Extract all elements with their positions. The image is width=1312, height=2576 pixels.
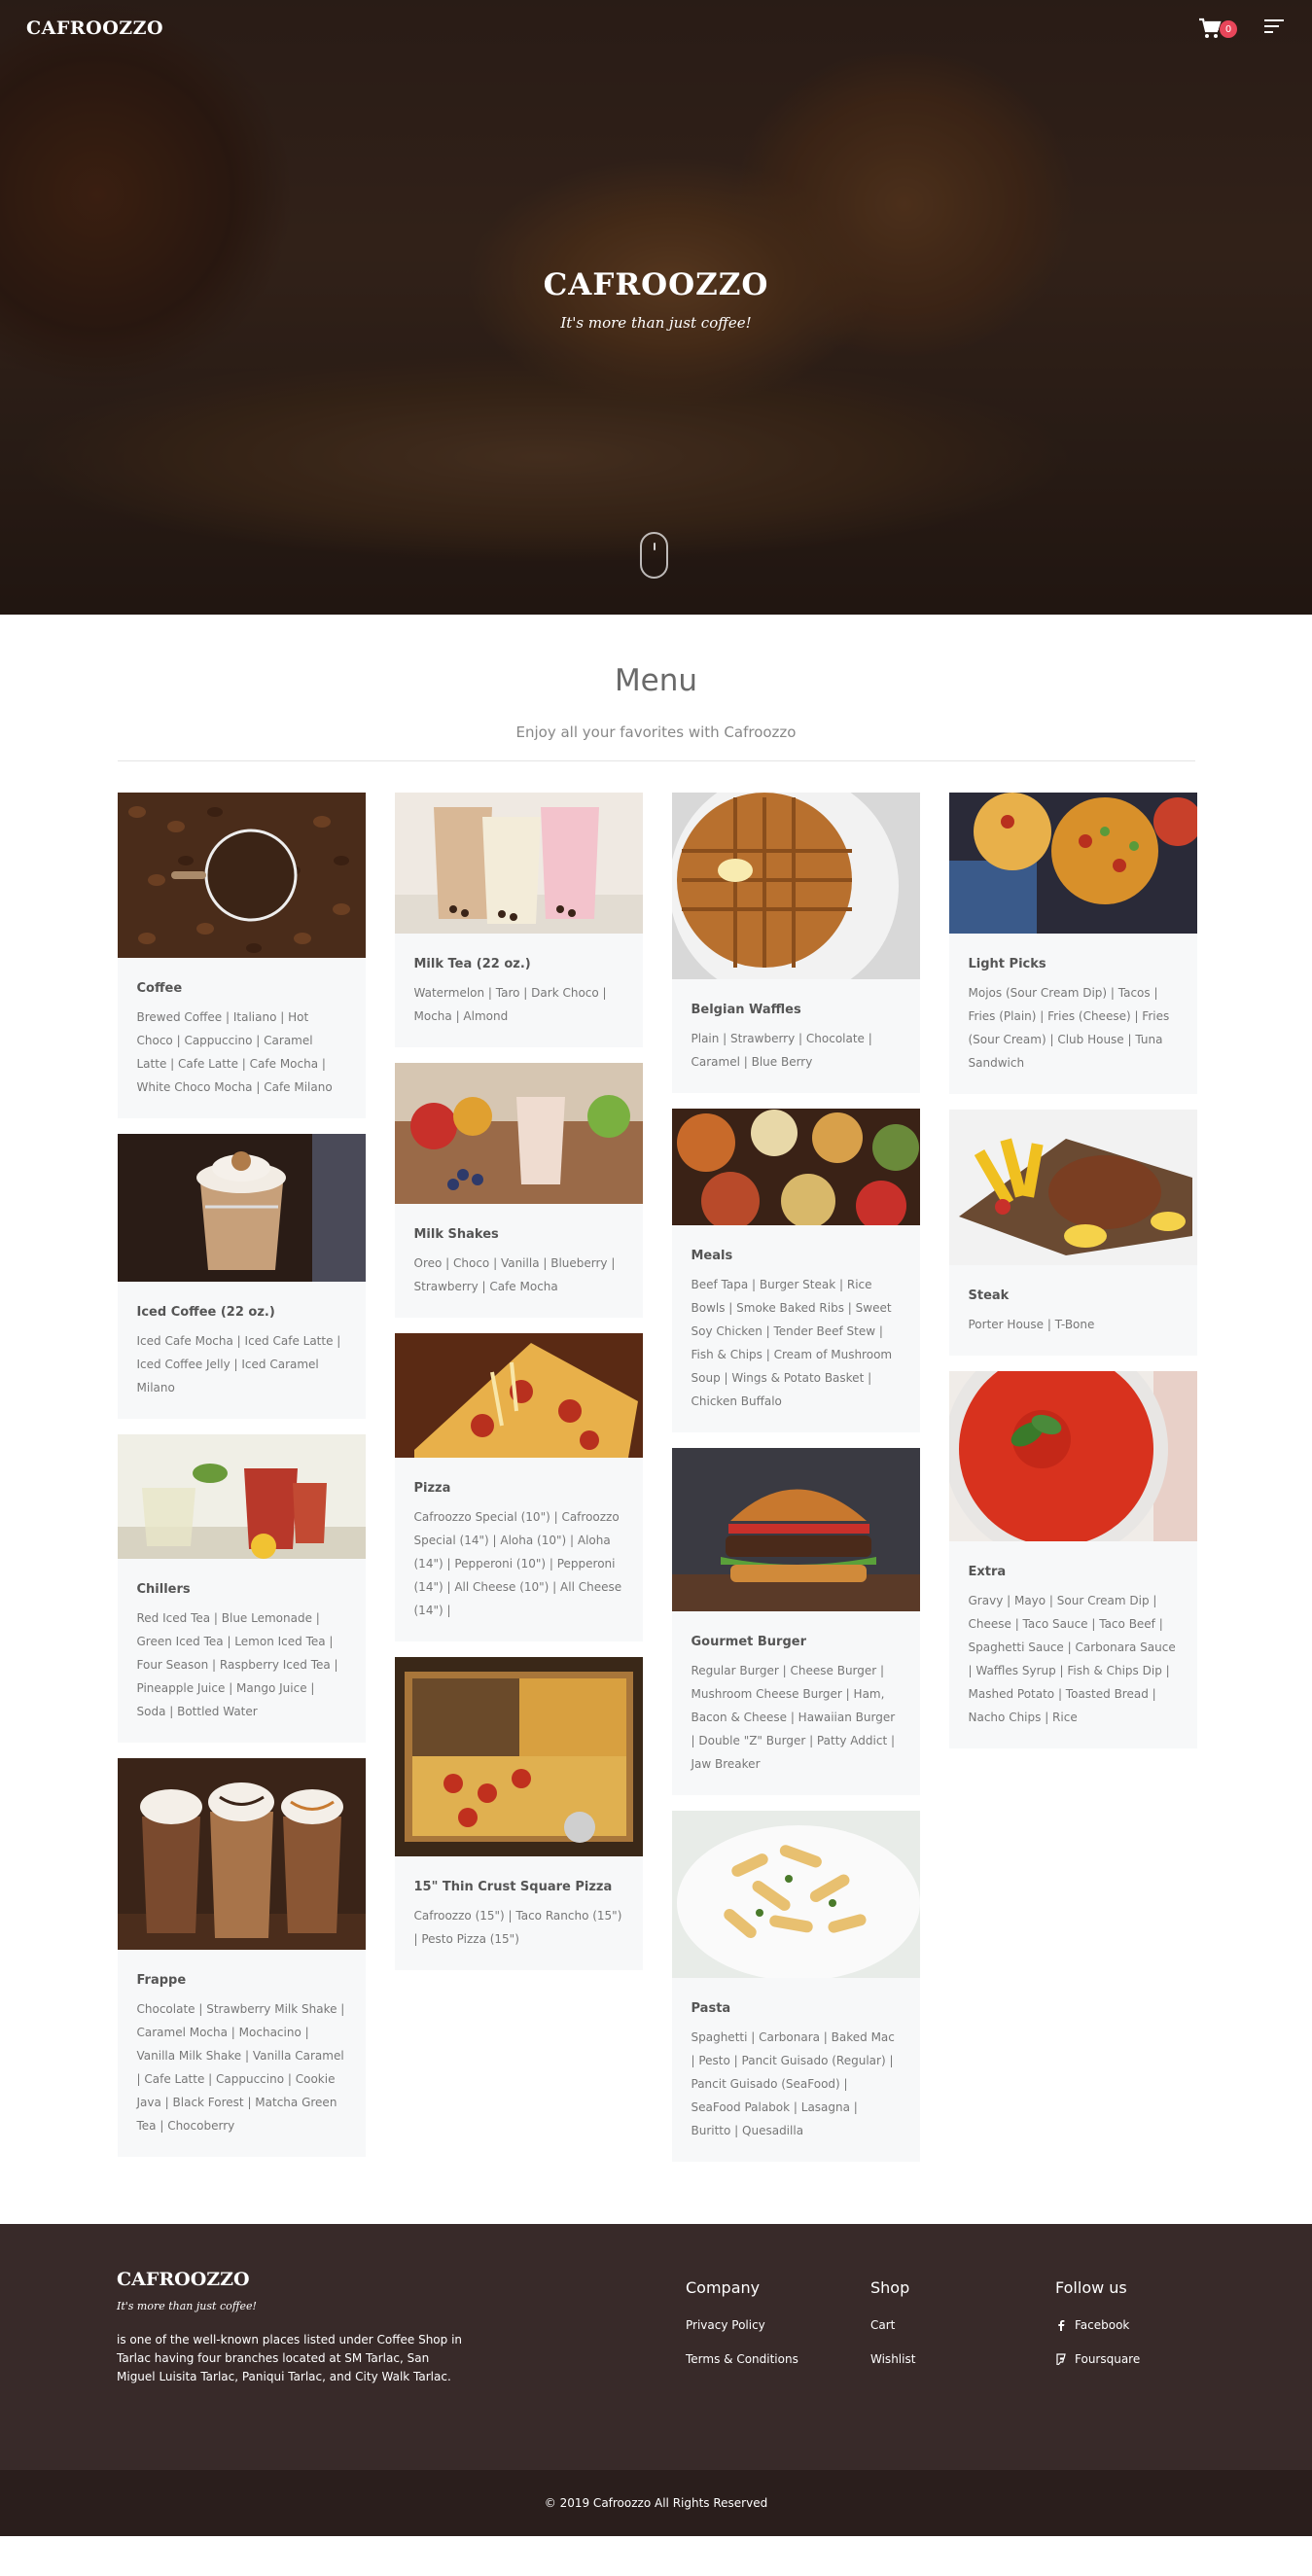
menu-card-milk-shakes: Milk Shakes Oreo | Choco | Vanilla | Blu… <box>394 1063 643 1318</box>
menu-card-frappe: Frappe Chocolate | Strawberry Milk Shake… <box>117 1758 366 2157</box>
card-items: Regular Burger | Cheese Burger | Mushroo… <box>691 1664 896 1771</box>
footer-brand: CAFROOZZO <box>117 2269 250 2290</box>
menu-card-meals: Meals Beef Tapa | Burger Steak | Rice Bo… <box>671 1109 920 1432</box>
cart-icon <box>1199 18 1222 38</box>
footer-company-heading: Company <box>686 2278 761 2297</box>
cart-count-badge: 0 <box>1220 20 1237 38</box>
terms-link[interactable]: Terms & Conditions <box>686 2350 798 2368</box>
hero-title: CAFROOZZO <box>543 267 769 302</box>
menu-toggle-button[interactable] <box>1264 18 1286 38</box>
copyright-bar: © 2019 Cafroozzo All Rights Reserved <box>0 2470 1312 2536</box>
foursquare-label: Foursquare <box>1075 2352 1141 2366</box>
gourmet-burger-image <box>671 1448 920 1611</box>
card-title: Steak <box>968 1288 1010 1303</box>
card-title: Light Picks <box>968 957 1046 971</box>
card-items: Beef Tapa | Burger Steak | Rice Bowls | … <box>691 1278 893 1408</box>
menu-section: Menu Enjoy all your favorites with Cafro… <box>0 615 1312 2162</box>
card-items: Plain | Strawberry | Chocolate | Caramel… <box>691 1032 872 1069</box>
facebook-label: Facebook <box>1075 2318 1130 2332</box>
card-title: 15" Thin Crust Square Pizza <box>413 1880 613 1894</box>
card-items: Watermelon | Taro | Dark Choco | Mocha |… <box>413 986 607 1023</box>
card-title: Pasta <box>691 2001 731 2016</box>
card-title: Milk Tea (22 oz.) <box>413 957 531 971</box>
menu-card-square-pizza: 15" Thin Crust Square Pizza Cafroozzo (1… <box>394 1657 643 1970</box>
divider <box>117 760 1195 761</box>
card-items: Spaghetti | Carbonara | Baked Mac | Pest… <box>691 2030 895 2137</box>
card-title: Iced Coffee (22 oz.) <box>136 1305 275 1320</box>
footer-follow-column: Follow us Facebook Foursquare <box>1055 2278 1140 2384</box>
card-title: Frappe <box>136 1973 187 1988</box>
menu-card-extra: Extra Gravy | Mayo | Sour Cream Dip | Ch… <box>948 1371 1197 1748</box>
menu-card-pasta: Pasta Spaghetti | Carbonara | Baked Mac … <box>671 1811 920 2162</box>
card-items: Oreo | Choco | Vanilla | Blueberry | Str… <box>413 1256 616 1293</box>
card-title: Pizza <box>413 1481 451 1496</box>
footer-description: is one of the well-known places listed u… <box>117 2333 463 2383</box>
card-items: Gravy | Mayo | Sour Cream Dip | Cheese |… <box>968 1594 1176 1724</box>
footer-tagline: It's more than just coffee! <box>117 2300 257 2312</box>
menu-grid: Coffee Brewed Coffee | Italiano | Hot Ch… <box>117 793 1197 2162</box>
card-title: Chillers <box>136 1582 191 1597</box>
menu-card-light-picks: Light Picks Mojos (Sour Cream Dip) | Tac… <box>948 793 1197 1094</box>
card-items: Brewed Coffee | Italiano | Hot Choco | C… <box>136 1010 333 1094</box>
extra-image <box>948 1371 1197 1541</box>
cart-link[interactable]: Cart <box>870 2316 915 2334</box>
steak-image <box>948 1110 1197 1265</box>
wishlist-link[interactable]: Wishlist <box>870 2350 915 2368</box>
footer-follow-heading: Follow us <box>1055 2278 1127 2297</box>
card-items: Cafroozzo (15") | Taco Rancho (15") | Pe… <box>413 1909 622 1946</box>
coffee-beans-image <box>117 793 366 958</box>
copyright-text: © 2019 Cafroozzo All Rights Reserved <box>544 2496 768 2510</box>
menu-heading: Menu <box>614 663 698 698</box>
card-items: Chocolate | Strawberry Milk Shake | Cara… <box>136 2002 345 2133</box>
card-title: Gourmet Burger <box>691 1635 806 1649</box>
card-items: Cafroozzo Special (10") | Cafroozzo Spec… <box>413 1510 622 1617</box>
menu-card-coffee: Coffee Brewed Coffee | Italiano | Hot Ch… <box>117 793 366 1118</box>
menu-card-pizza: Pizza Cafroozzo Special (10") | Cafroozz… <box>394 1333 643 1641</box>
cart-button[interactable]: 0 <box>1198 16 1243 41</box>
card-items: Red Iced Tea | Blue Lemonade | Green Ice… <box>136 1611 338 1718</box>
iced-coffee-image <box>117 1134 366 1282</box>
footer-shop-column: Shop Cart Wishlist <box>870 2278 915 2384</box>
menu-subtitle: Enjoy all your favorites with Cafroozzo <box>515 723 797 741</box>
card-title: Coffee <box>136 981 183 996</box>
card-title: Extra <box>968 1565 1007 1579</box>
scroll-down-mouse-icon[interactable] <box>640 532 668 579</box>
hero-tagline: It's more than just coffee! <box>560 314 752 332</box>
facebook-link[interactable]: Facebook <box>1055 2316 1140 2334</box>
menu-card-steak: Steak Porter House | T-Bone <box>948 1110 1197 1356</box>
pizza-image <box>394 1333 643 1458</box>
top-navbar: CAFROOZZO 0 <box>0 0 1312 56</box>
card-title: Belgian Waffles <box>691 1003 801 1017</box>
light-picks-image <box>948 793 1197 934</box>
card-items: Mojos (Sour Cream Dip) | Tacos | Fries (… <box>968 986 1170 1070</box>
milk-tea-image <box>394 793 643 934</box>
hero-banner: CAFROOZZO 0 CAFROOZZO It's more than jus… <box>0 0 1312 615</box>
pasta-image <box>671 1811 920 1978</box>
milk-shakes-image <box>394 1063 643 1204</box>
card-title: Meals <box>691 1249 733 1263</box>
card-title: Milk Shakes <box>413 1227 499 1242</box>
sort-menu-icon <box>1264 19 1284 33</box>
footer-shop-heading: Shop <box>870 2278 910 2297</box>
chillers-image <box>117 1434 366 1559</box>
menu-card-chillers: Chillers Red Iced Tea | Blue Lemonade | … <box>117 1434 366 1743</box>
belgian-waffles-image <box>671 793 920 979</box>
menu-card-gourmet-burger: Gourmet Burger Regular Burger | Cheese B… <box>671 1448 920 1795</box>
foursquare-link[interactable]: Foursquare <box>1055 2350 1140 2368</box>
menu-card-iced-coffee: Iced Coffee (22 oz.) Iced Cafe Mocha | I… <box>117 1134 366 1419</box>
frappe-image <box>117 1758 366 1950</box>
card-items: Porter House | T-Bone <box>968 1318 1095 1331</box>
card-items: Iced Cafe Mocha | Iced Cafe Latte | Iced… <box>136 1334 341 1394</box>
brand-logo[interactable]: CAFROOZZO <box>26 18 163 39</box>
menu-card-milk-tea: Milk Tea (22 oz.) Watermelon | Taro | Da… <box>394 793 643 1047</box>
privacy-policy-link[interactable]: Privacy Policy <box>686 2316 798 2334</box>
menu-card-belgian-waffles: Belgian Waffles Plain | Strawberry | Cho… <box>671 793 920 1093</box>
footer: CAFROOZZO It's more than just coffee! is… <box>0 2224 1312 2470</box>
footer-company-column: Company Privacy Policy Terms & Condition… <box>686 2278 798 2384</box>
meals-image <box>671 1109 920 1225</box>
foursquare-icon <box>1056 2353 1066 2365</box>
facebook-icon <box>1058 2320 1065 2331</box>
square-pizza-image <box>394 1657 643 1856</box>
